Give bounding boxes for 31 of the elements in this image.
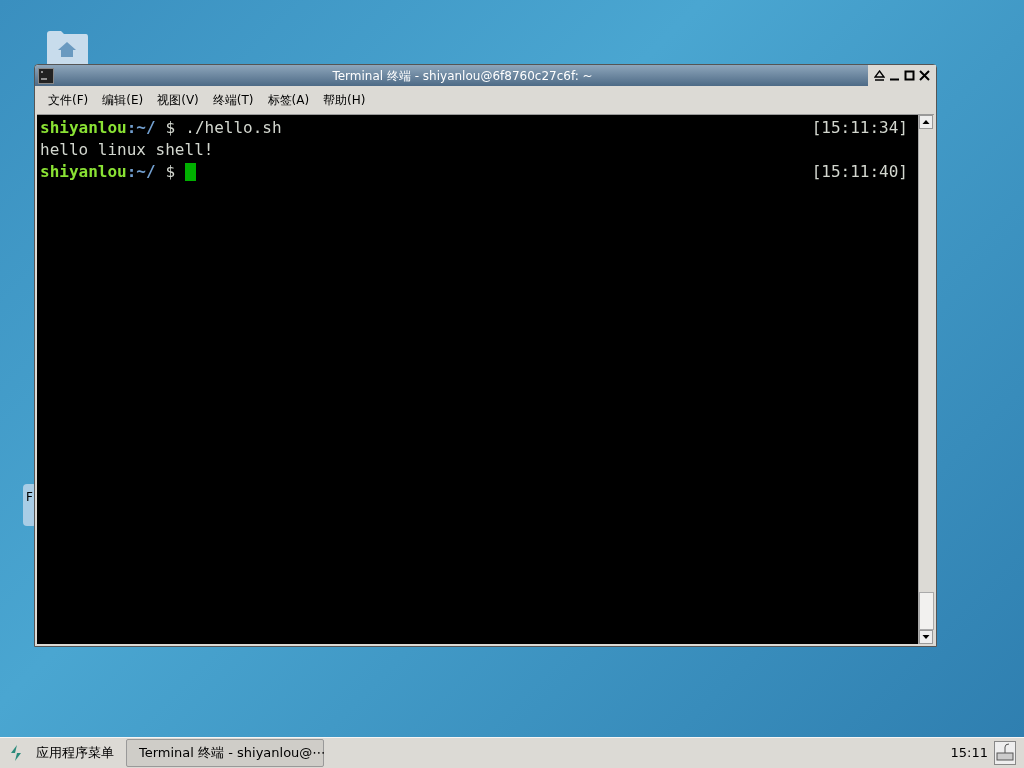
timestamp: [15:11:40] xyxy=(811,161,908,183)
menu-item[interactable]: 标签(A) xyxy=(262,91,315,109)
close-icon[interactable] xyxy=(919,70,930,81)
maximize-icon[interactable] xyxy=(904,70,915,81)
menu-item[interactable]: 编辑(E) xyxy=(97,91,149,109)
prompt-user: shiyanlou xyxy=(40,117,127,139)
window-title: Terminal 终端 - shiyanlou@6f8760c27c6f: ~ xyxy=(331,67,594,85)
prompt-path: :~/ xyxy=(126,117,156,139)
menu-item[interactable]: 终端(T) xyxy=(207,91,259,109)
applications-menu-button[interactable]: 应用程序菜单 xyxy=(30,743,120,763)
keyboard-icon[interactable] xyxy=(994,741,1016,765)
terminal-icon xyxy=(38,67,54,84)
prompt-path: :~/ xyxy=(126,161,156,183)
menu-item[interactable]: 帮助(H) xyxy=(318,91,371,109)
prompt-symbol: $ xyxy=(165,117,176,139)
scroll-up-icon[interactable] xyxy=(919,115,933,129)
timestamp: [15:11:34] xyxy=(811,117,908,139)
menu-item[interactable]: 视图(V) xyxy=(152,91,204,109)
home-folder-icon[interactable] xyxy=(45,30,89,66)
prompt-user: shiyanlou xyxy=(40,161,127,183)
output-text: hello linux shell! xyxy=(40,140,214,159)
scroll-thumb[interactable] xyxy=(919,592,934,630)
prompt-symbol: $ xyxy=(165,161,176,183)
menu-item[interactable]: 文件(F) xyxy=(43,91,94,109)
clock: 15:11 xyxy=(950,744,988,763)
command-text: ./hello.sh xyxy=(185,117,282,139)
scrollbar[interactable] xyxy=(918,115,934,644)
shade-icon[interactable] xyxy=(874,70,885,81)
app-menu-icon[interactable] xyxy=(8,744,24,762)
taskbar-window-button[interactable]: Terminal 终端 - shiyanlou@⋯ xyxy=(126,739,324,767)
scroll-down-icon[interactable] xyxy=(919,630,933,644)
